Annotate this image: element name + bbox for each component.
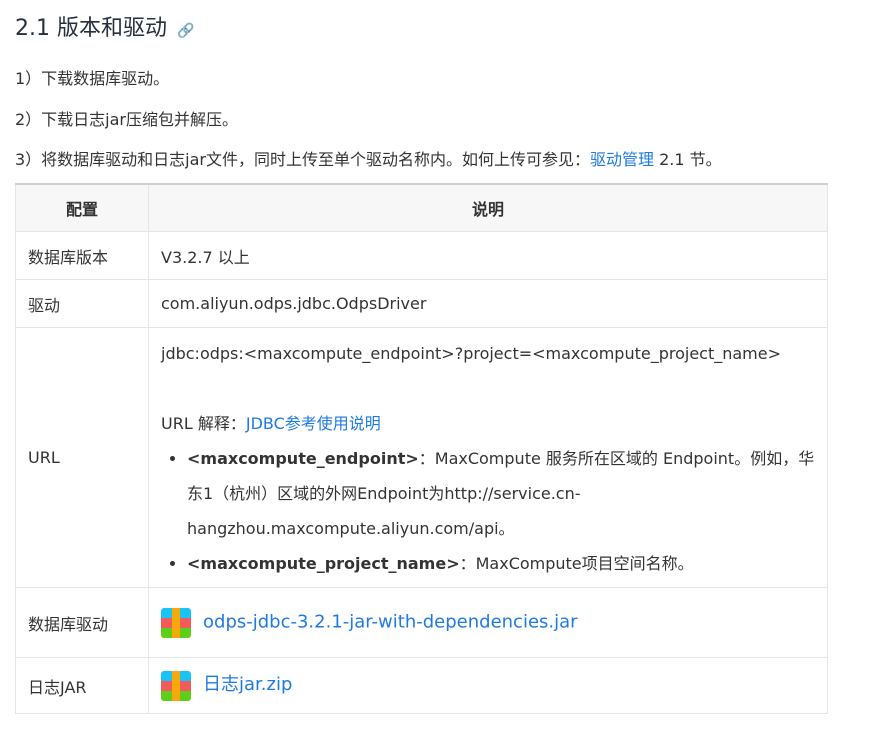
section-heading: 2.1 版本和驱动 🔗: [15, 10, 194, 42]
url-template: jdbc:odps:<maxcompute_endpoint>?project=…: [161, 344, 782, 363]
archive-icon: [161, 670, 191, 701]
step-3-tail: 2.1 节。: [654, 150, 722, 169]
driver-file-link[interactable]: odps-jdbc-3.2.1-jar-with-dependencies.ja…: [203, 611, 578, 632]
term: <maxcompute_endpoint>: [187, 449, 419, 468]
config-table: 配置 说明 数据库版本 V3.2.7 以上 驱动 com.aliyun.odps.jd…: [15, 183, 828, 714]
table-row: 数据库版本 V3.2.7 以上: [15, 231, 828, 280]
row-value: V3.2.7 以上: [148, 231, 828, 280]
list-item: <maxcompute_endpoint>：MaxCompute 服务所在区域的…: [187, 441, 815, 546]
driver-management-link[interactable]: 驱动管理: [590, 150, 654, 169]
table-row: 驱动 com.aliyun.odps.jdbc.OdpsDriver: [15, 279, 828, 328]
step-3-text: 3）将数据库驱动和日志jar文件，同时上传至单个驱动名称内。如何上传可参见：: [15, 150, 591, 169]
step-2: 2）下载日志jar压缩包并解压。: [15, 110, 239, 129]
log-file-link[interactable]: 日志jar.zip: [203, 674, 292, 695]
jdbc-doc-link[interactable]: JDBC参考使用说明: [246, 414, 381, 433]
row-key: 数据库版本: [15, 231, 149, 280]
row-key: 数据库驱动: [15, 587, 149, 658]
step-1: 1）下载数据库驱动。: [15, 69, 170, 88]
row-key: URL: [15, 327, 149, 588]
step-3: 3）将数据库驱动和日志jar文件，同时上传至单个驱动名称内。如何上传可参见：驱动…: [15, 146, 722, 170]
row-value: com.aliyun.odps.jdbc.OdpsDriver: [148, 279, 828, 328]
archive-icon: [161, 607, 191, 638]
heading-text: 2.1 版本和驱动: [15, 16, 167, 41]
term: <maxcompute_project_name>: [187, 554, 460, 573]
table-row-url: URL jdbc:odps:<maxcompute_endpoint>?proj…: [15, 327, 828, 588]
header-config: 配置: [15, 183, 149, 232]
desc: ：MaxCompute项目空间名称。: [459, 554, 694, 573]
header-description: 说明: [148, 183, 828, 232]
row-key: 驱动: [15, 279, 149, 328]
row-value: jdbc:odps:<maxcompute_endpoint>?project=…: [148, 327, 828, 588]
table-row: 日志JAR 日志jar.zip: [15, 657, 828, 714]
list-item: <maxcompute_project_name>：MaxCompute项目空间…: [187, 546, 815, 581]
row-key: 日志JAR: [15, 657, 149, 714]
table-row: 数据库驱动 odps-jdbc-3.2.1-jar-with-dependenci…: [15, 587, 828, 658]
url-explain-label: URL 解释：: [161, 414, 246, 433]
link-icon[interactable]: 🔗: [177, 23, 194, 39]
